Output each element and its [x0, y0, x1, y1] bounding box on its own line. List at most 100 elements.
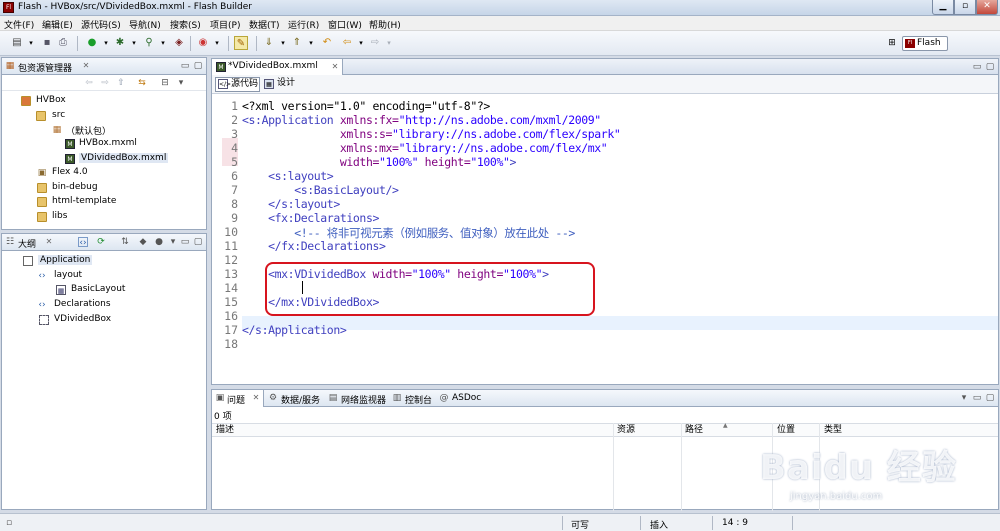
menu-window[interactable]: 窗口(W)	[325, 17, 365, 32]
menu-file[interactable]: 文件(F)	[1, 17, 37, 32]
menu-edit[interactable]: 编辑(E)	[39, 17, 76, 32]
close-tab-icon[interactable]: ✕	[44, 237, 54, 247]
refresh-icon[interactable]: ⟳	[96, 237, 106, 247]
menu-search[interactable]: 搜索(S)	[167, 17, 204, 32]
outline-item-basiclayout[interactable]: BasicLayout	[71, 284, 125, 294]
maximize-icon[interactable]: ▫	[954, 0, 976, 15]
tree-item-vdividedbox-mxml[interactable]: VDividedBox.mxml	[79, 153, 169, 163]
debug-dropdown-icon[interactable]: ▾	[127, 36, 141, 50]
package-explorer-header: ▦ 包资源管理器 ✕ ▭ ▢	[2, 58, 206, 75]
print-icon[interactable]: ⎙	[56, 36, 70, 50]
next-annotation-icon[interactable]: ⇓	[262, 36, 276, 50]
outline-title[interactable]: 大纲	[18, 237, 36, 250]
link-editor-icon[interactable]: ⊟	[160, 78, 170, 88]
minimize-icon[interactable]: ▁	[932, 0, 954, 15]
column-type[interactable]: 类型	[824, 424, 842, 437]
minimize-view-icon[interactable]: ▭	[972, 62, 982, 72]
tab-data-services[interactable]: 数据/服务	[281, 393, 320, 406]
dot-icon[interactable]: ●	[154, 237, 164, 247]
dropdown-arrow-icon[interactable]: ▾	[24, 36, 38, 50]
column-description[interactable]: 描述	[216, 424, 234, 437]
folder-icon	[37, 183, 47, 193]
forward-icon[interactable]: ⇨	[368, 36, 382, 50]
maximize-view-icon[interactable]: ▢	[985, 62, 995, 72]
maximize-view-icon[interactable]: ▢	[193, 237, 203, 247]
up-icon[interactable]: ⇧	[116, 78, 126, 88]
minimize-view-icon[interactable]: ▭	[180, 237, 190, 247]
tree-item-src[interactable]: src	[52, 110, 65, 120]
sort-icon[interactable]: ⇅	[120, 237, 130, 247]
last-edit-icon[interactable]: ↶	[320, 36, 334, 50]
new-icon[interactable]: ▤	[10, 36, 24, 50]
menu-navigate[interactable]: 导航(N)	[126, 17, 164, 32]
close-tab-icon[interactable]: ✕	[251, 393, 261, 403]
highlight-icon[interactable]: ✎	[234, 36, 248, 50]
view-menu-icon[interactable]: ▾	[959, 393, 969, 403]
minimize-view-icon[interactable]: ▭	[972, 393, 982, 403]
source-mode-button[interactable]: </> 源代码	[215, 77, 260, 92]
show-source-icon[interactable]: ‹›	[78, 237, 88, 248]
tree-item-default-package[interactable]: （默认包）	[66, 124, 111, 137]
status-writable: 可写	[571, 521, 590, 531]
export-icon[interactable]: ◈	[172, 36, 186, 50]
forward-icon[interactable]: ⇨	[100, 78, 110, 88]
forward-dropdown-icon[interactable]: ▾	[382, 36, 396, 50]
menu-source[interactable]: 源代码(S)	[78, 17, 124, 32]
open-perspective-icon[interactable]: ⊞	[886, 37, 898, 49]
menu-project[interactable]: 项目(P)	[207, 17, 243, 32]
tab-console[interactable]: 控制台	[405, 393, 432, 406]
package-explorer-title[interactable]: 包资源管理器	[18, 61, 72, 74]
minimize-view-icon[interactable]: ▭	[180, 61, 190, 71]
maximize-view-icon[interactable]: ▢	[985, 393, 995, 403]
editor-tab[interactable]: M *VDividedBox.mxml ✕	[212, 59, 343, 75]
view-menu-icon[interactable]: ▾	[168, 237, 178, 247]
line-number: 1	[231, 99, 238, 113]
menu-data[interactable]: 数据(T)	[246, 17, 283, 32]
tab-asdoc[interactable]: ASDoc	[452, 393, 481, 403]
column-resource[interactable]: 资源	[617, 424, 635, 437]
outline-item-layout[interactable]: layout	[54, 270, 82, 280]
next-dropdown-icon[interactable]: ▾	[276, 36, 290, 50]
tree-item-hvbox-mxml[interactable]: HVBox.mxml	[79, 138, 137, 148]
code-area[interactable]: 1 2 3 4 5 6 7 8 9 10 11 12 13 14 15 16 1…	[212, 96, 998, 384]
folder-icon	[37, 212, 47, 222]
tree-item-flex[interactable]: Flex 4.0	[52, 167, 88, 177]
tab-network-monitor[interactable]: 网络监视器	[341, 393, 386, 406]
back-icon[interactable]: ⇦	[84, 78, 94, 88]
column-location[interactable]: 位置	[777, 424, 795, 437]
run-dropdown-icon[interactable]: ▾	[99, 36, 113, 50]
collapse-all-icon[interactable]: ⇆	[137, 78, 147, 88]
save-icon[interactable]: ▪	[40, 36, 54, 50]
menu-help[interactable]: 帮助(H)	[366, 17, 404, 32]
outline-item-declarations[interactable]: Declarations	[54, 299, 111, 309]
column-path[interactable]: 路径	[685, 424, 703, 437]
profile-dropdown-icon[interactable]: ▾	[156, 36, 170, 50]
tree-item-html-template[interactable]: html-template	[52, 196, 116, 206]
package-icon: ▦	[52, 125, 62, 135]
external-tools-icon[interactable]: ◉	[196, 36, 210, 50]
filter-icon[interactable]: ◆	[138, 237, 148, 247]
tree-item-bin-debug[interactable]: bin-debug	[52, 182, 98, 192]
menu-run[interactable]: 运行(R)	[285, 17, 322, 32]
external-dropdown-icon[interactable]: ▾	[210, 36, 224, 50]
design-mode-button[interactable]: ▦ 设计	[262, 77, 302, 92]
flash-app-icon: Fl	[3, 2, 14, 13]
run-icon[interactable]: ●	[85, 36, 99, 50]
debug-icon[interactable]: ✱	[113, 36, 127, 50]
back-icon[interactable]: ⇦	[340, 36, 354, 50]
maximize-view-icon[interactable]: ▢	[193, 61, 203, 71]
close-tab-icon[interactable]: ✕	[81, 61, 91, 71]
close-icon[interactable]: ✕	[976, 0, 998, 15]
tree-item-hvbox[interactable]: HVBox	[36, 95, 66, 105]
back-dropdown-icon[interactable]: ▾	[354, 36, 368, 50]
prev-annotation-icon[interactable]: ⇑	[290, 36, 304, 50]
outline-item-application[interactable]: Application	[38, 255, 93, 265]
tab-problems[interactable]: ▣ 问题 ✕	[212, 390, 264, 407]
close-tab-icon[interactable]: ✕	[330, 62, 340, 72]
outline-item-vdividedbox[interactable]: VDividedBox	[54, 314, 111, 324]
perspective-flash-button[interactable]: Fl Flash	[902, 36, 948, 51]
prev-dropdown-icon[interactable]: ▾	[304, 36, 318, 50]
tree-item-libs[interactable]: libs	[52, 211, 67, 221]
view-menu-icon[interactable]: ▾	[176, 78, 186, 88]
profile-icon[interactable]: ⚲	[142, 36, 156, 50]
